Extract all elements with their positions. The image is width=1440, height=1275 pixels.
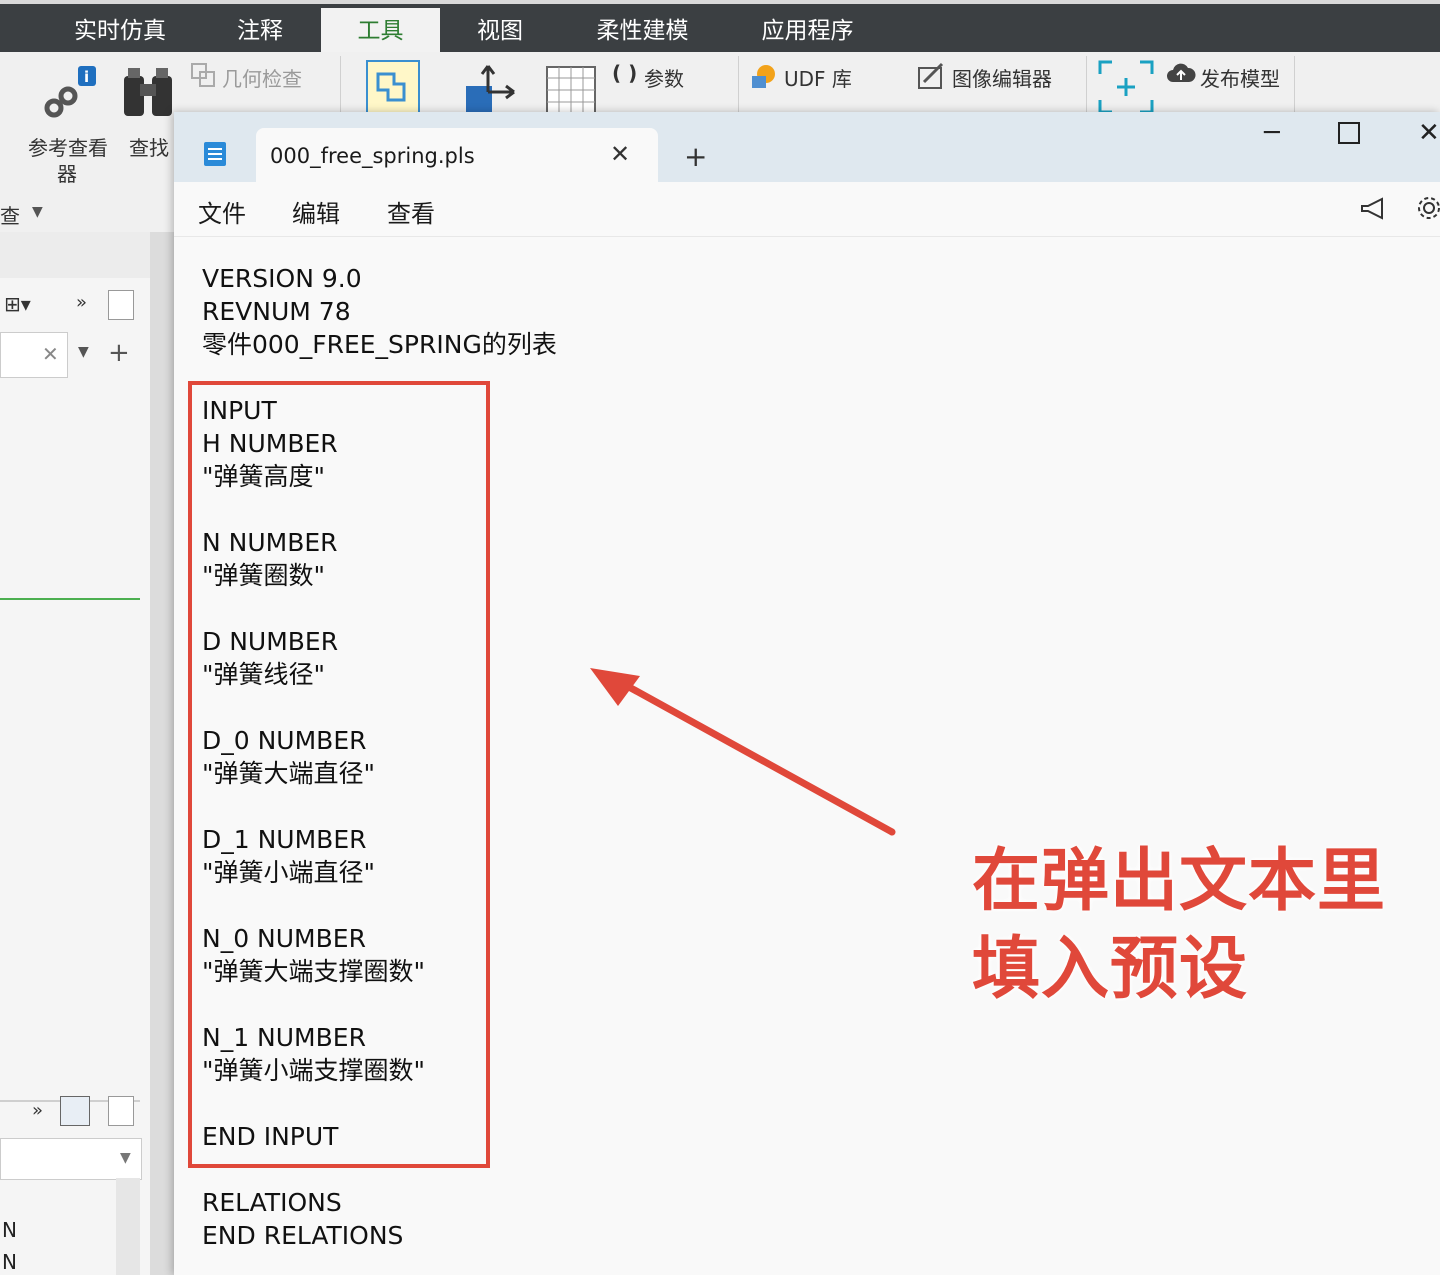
panel-scrollbar[interactable] [150,232,174,1275]
ribbon-separator [1086,56,1087,114]
notepad-menu-bar: 文件 编辑 查看 [174,182,1440,237]
text-line: REVNUM 78 [202,297,351,326]
tab-view[interactable]: 视图 [450,8,550,56]
reference-viewer-icon[interactable]: i [40,64,98,120]
binoculars-icon[interactable] [120,64,178,120]
cad-menu-bar: 实时仿真 注释 工具 视图 柔性建模 应用程序 [0,0,1440,56]
find-label[interactable]: 查找 [129,132,169,161]
document-tab[interactable]: 000_free_spring.pls ✕ [256,128,658,182]
text-line: VERSION 9.0 [202,264,362,293]
table-icon[interactable] [546,66,596,114]
list-item: N [2,1250,17,1274]
ref-viewer-label[interactable]: 参考查看 [28,132,108,161]
notepad-app-icon [204,142,226,166]
caption-line-1: 在弹出文本里 [972,842,1387,921]
green-divider [0,598,140,600]
tab-realtime-sim[interactable]: 实时仿真 [60,8,180,56]
ribbon-separator [738,56,739,114]
chevron-down-icon: ▼ [120,1150,131,1166]
caption-line-2: 填入预设 [972,930,1249,1009]
gear-icon[interactable] [1416,194,1440,222]
annotation-caption: 在弹出文本里 填入预设 [972,838,1432,1014]
expand-chevron-icon[interactable]: » [76,292,87,313]
megaphone-icon[interactable] [1358,196,1386,222]
clear-icon[interactable]: ✕ [42,342,59,366]
publish-model-label[interactable]: 发布模型 [1200,63,1280,92]
udf-library-label[interactable]: UDF 库 [784,63,852,92]
ribbon-separator [340,56,341,114]
close-window-icon[interactable]: ✕ [1418,118,1440,148]
maximize-icon[interactable] [1338,122,1360,144]
add-icon[interactable]: + [108,338,130,368]
menu-file[interactable]: 文件 [198,194,246,229]
investigate-dropdown[interactable]: 查 [0,200,20,229]
list-item: N [2,1218,17,1242]
expand-chevron-icon[interactable]: » [32,1100,43,1121]
udf-library-icon [752,65,775,88]
menu-edit[interactable]: 编辑 [292,194,340,229]
geometry-check-icon [191,63,215,87]
settings-sheet-icon[interactable] [108,1096,134,1126]
cloud-upload-icon [1167,63,1196,82]
text-line: END RELATIONS [202,1221,404,1250]
new-tab-button[interactable]: + [684,140,707,173]
settings-sheet-icon[interactable] [108,290,134,320]
ribbon-separator [1294,56,1295,114]
model-tree-area: ⊞▾ » ✕ ▼ + » ▼ N N [0,278,151,1275]
tab-applications[interactable]: 应用程序 [740,8,875,56]
ref-viewer-label-2: 器 [57,162,77,186]
menu-view[interactable]: 查看 [387,194,435,229]
params-brace-icon: ( ) [612,61,638,85]
add-frame-icon[interactable] [1098,60,1154,114]
family-table-icon[interactable] [366,60,420,114]
tab-title: 000_free_spring.pls [270,144,475,168]
minimize-icon[interactable]: ─ [1264,118,1280,148]
chevron-down-icon: ▼ [32,204,43,220]
text-line: 零件000_FREE_SPRING的列表 [202,330,557,359]
geometry-check-label: 几何检查 [222,67,302,91]
title-bar: 000_free_spring.pls ✕ + ─ ✕ [174,112,1440,182]
tree-filter-icon[interactable]: ⊞▾ [4,292,31,316]
tab-tools[interactable]: 工具 [321,8,440,56]
params-label[interactable]: 参数 [644,63,684,92]
arrow-annotation [590,668,896,836]
tab-annotation[interactable]: 注释 [210,8,310,56]
svg-text:i: i [84,68,89,86]
highlight-box [188,381,490,1168]
close-tab-icon[interactable]: ✕ [610,128,630,180]
text-line: RELATIONS [202,1188,342,1217]
chevron-down-icon[interactable]: ▼ [78,344,89,360]
tab-flexible-modeling[interactable]: 柔性建模 [575,8,710,56]
transform-icon[interactable] [460,62,516,118]
image-editor-label[interactable]: 图像编辑器 [952,63,1052,92]
layer-icon[interactable] [60,1096,90,1126]
vertical-scrollbar[interactable] [116,1178,140,1275]
image-editor-icon [918,62,944,89]
